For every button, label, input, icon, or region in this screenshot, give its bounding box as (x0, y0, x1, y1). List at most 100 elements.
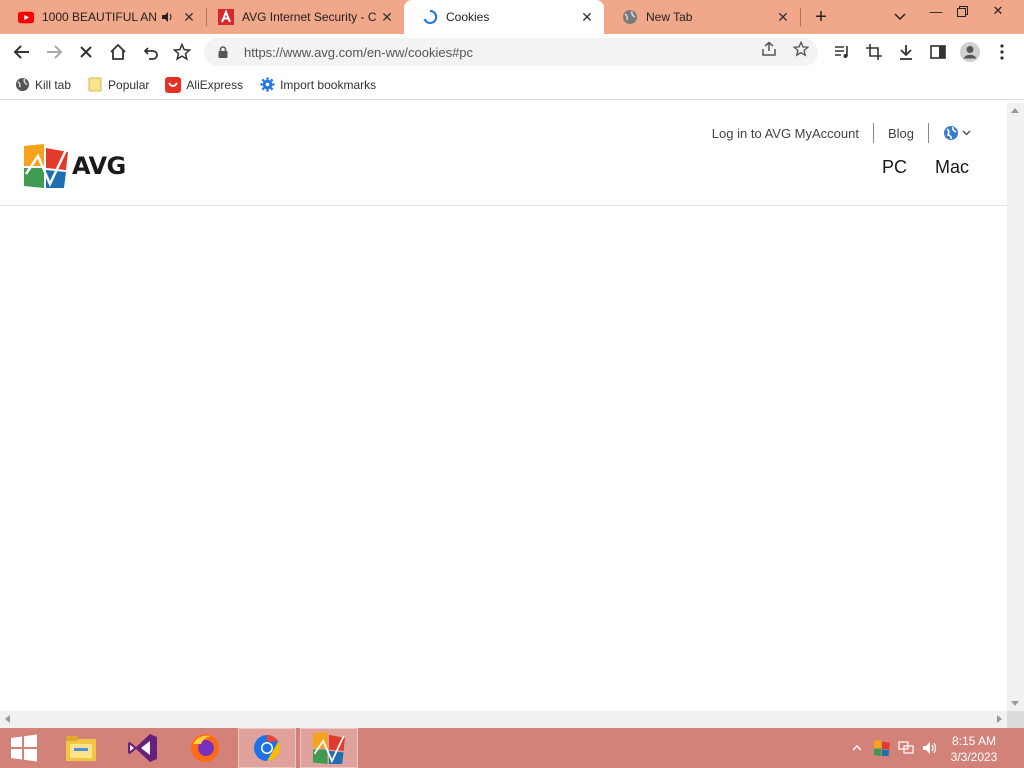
site-header: AVG Log in to AVG MyAccount Blog PC Mac (0, 103, 1007, 206)
star-icon (173, 43, 191, 61)
avg-logo-icon (313, 732, 345, 764)
login-link[interactable]: Log in to AVG MyAccount (712, 126, 859, 141)
volume-icon[interactable] (920, 728, 940, 768)
bookmark-label: Import bookmarks (280, 77, 377, 92)
home-button[interactable] (104, 38, 132, 66)
close-icon[interactable]: ✕ (180, 8, 198, 26)
bookmark-import[interactable]: Import bookmarks (259, 77, 376, 93)
tab-new-tab[interactable]: New Tab ✕ (604, 0, 800, 34)
audio-icon[interactable] (158, 8, 176, 26)
language-selector[interactable] (943, 125, 971, 141)
horizontal-scrollbar[interactable] (0, 711, 1007, 728)
bookmark-aliexpress[interactable]: AliExpress (165, 76, 244, 93)
tab-search-button[interactable] (884, 6, 916, 28)
url-text: https://www.avg.com/en-ww/cookies#pc (244, 44, 474, 60)
bookmark-this-page-icon[interactable] (792, 40, 810, 58)
tab-youtube[interactable]: 1000 BEAUTIFUL AN ✕ (0, 0, 206, 34)
gear-icon (259, 77, 275, 93)
globe-icon (622, 9, 638, 25)
scroll-down-arrow-icon[interactable] (1011, 701, 1019, 706)
system-clock[interactable]: 8:15 AM 3/3/2023 (944, 733, 1004, 765)
start-button[interactable] (0, 728, 48, 768)
undo-icon (143, 47, 158, 60)
firefox-button[interactable] (176, 728, 234, 768)
stop-button[interactable] (72, 38, 100, 66)
downloads-button[interactable] (892, 38, 920, 66)
scroll-right-arrow-icon[interactable] (997, 715, 1002, 723)
forward-arrow-icon (47, 45, 63, 59)
close-icon[interactable]: ✕ (774, 8, 792, 26)
file-explorer-icon (66, 736, 96, 761)
undo-close-tab-button[interactable] (136, 38, 164, 66)
bookmark-label: Kill tab (35, 77, 72, 92)
bookmark-kill-tab[interactable]: Kill tab (14, 77, 71, 93)
aliexpress-icon (165, 76, 182, 93)
chrome-icon (254, 734, 281, 762)
bookmarks-bar: Kill tab Popular AliExpress Import bookm… (0, 70, 1024, 100)
clock-date: 3/3/2023 (950, 750, 998, 764)
vertical-scrollbar[interactable] (1007, 103, 1024, 711)
blog-link[interactable]: Blog (888, 126, 914, 141)
chrome-button[interactable] (238, 728, 296, 768)
nav-mac[interactable]: Mac (935, 157, 969, 178)
avg-tray-icon[interactable] (872, 728, 892, 768)
share-icon[interactable] (760, 40, 778, 58)
tab-cookies[interactable]: Cookies ✕ (404, 0, 604, 34)
show-hidden-icons-button[interactable] (850, 728, 864, 768)
tab-title: New Tab (646, 10, 693, 24)
bookmark-label: Popular (108, 77, 150, 92)
tab-strip: 1000 BEAUTIFUL AN ✕ AVG Internet Securit… (0, 0, 1024, 34)
avg-logo[interactable]: AVG (24, 143, 130, 189)
bookmark-star-button[interactable] (168, 38, 196, 66)
avg-taskbar-button[interactable] (300, 728, 358, 768)
tab-title: Cookies (446, 10, 490, 24)
folder-icon (87, 77, 103, 93)
close-icon[interactable]: ✕ (378, 8, 396, 26)
more-vert-icon (1000, 44, 1004, 60)
menu-button[interactable] (988, 38, 1016, 66)
windows-taskbar: 8:15 AM 3/3/2023 (0, 728, 1024, 768)
bookmark-popular[interactable]: Popular (87, 77, 149, 93)
profile-button[interactable] (956, 38, 984, 66)
download-icon (900, 45, 912, 60)
visual-studio-button[interactable] (114, 728, 172, 768)
side-panel-icon (930, 45, 946, 59)
restore-button[interactable] (946, 0, 978, 22)
logo-text: AVG (72, 152, 126, 180)
window-close-button[interactable]: ✕ (982, 0, 1014, 22)
scroll-up-arrow-icon[interactable] (1011, 108, 1019, 113)
main-nav: PC Mac (854, 157, 969, 178)
home-icon (110, 43, 126, 60)
forward-button[interactable] (40, 38, 68, 66)
new-tab-button[interactable]: + (808, 4, 834, 30)
tab-title: 1000 BEAUTIFUL AN (42, 10, 157, 24)
globe-icon (944, 126, 958, 140)
chevron-down-icon (962, 130, 971, 136)
close-icon[interactable]: ✕ (578, 8, 596, 26)
side-panel-button[interactable] (924, 38, 952, 66)
divider (928, 123, 929, 143)
back-button[interactable] (8, 38, 36, 66)
tab-avg-internet-security[interactable]: AVG Internet Security - C ✕ (200, 0, 404, 34)
scroll-left-arrow-icon[interactable] (5, 715, 10, 723)
crop-icon (866, 44, 882, 60)
stop-icon (80, 46, 92, 58)
reading-list-button[interactable] (828, 38, 856, 66)
youtube-icon (18, 9, 34, 25)
web-page: AVG Log in to AVG MyAccount Blog PC Mac (0, 103, 1007, 711)
crop-button[interactable] (860, 38, 888, 66)
address-bar[interactable]: https://www.avg.com/en-ww/cookies#pc (204, 38, 818, 66)
file-explorer-button[interactable] (52, 728, 110, 768)
globe-icon (14, 77, 30, 93)
profile-avatar-icon (960, 42, 980, 62)
firefox-icon (191, 734, 219, 762)
scrollbar-corner (1007, 711, 1024, 728)
chevron-up-icon (852, 745, 862, 751)
nav-pc[interactable]: PC (882, 157, 907, 178)
tab-title: AVG Internet Security - C (242, 10, 377, 24)
network-icon[interactable] (896, 728, 916, 768)
avg-logo-mark-icon (24, 144, 68, 188)
avg-page-icon (218, 9, 234, 25)
bookmark-label: AliExpress (186, 77, 244, 92)
divider (872, 123, 874, 143)
